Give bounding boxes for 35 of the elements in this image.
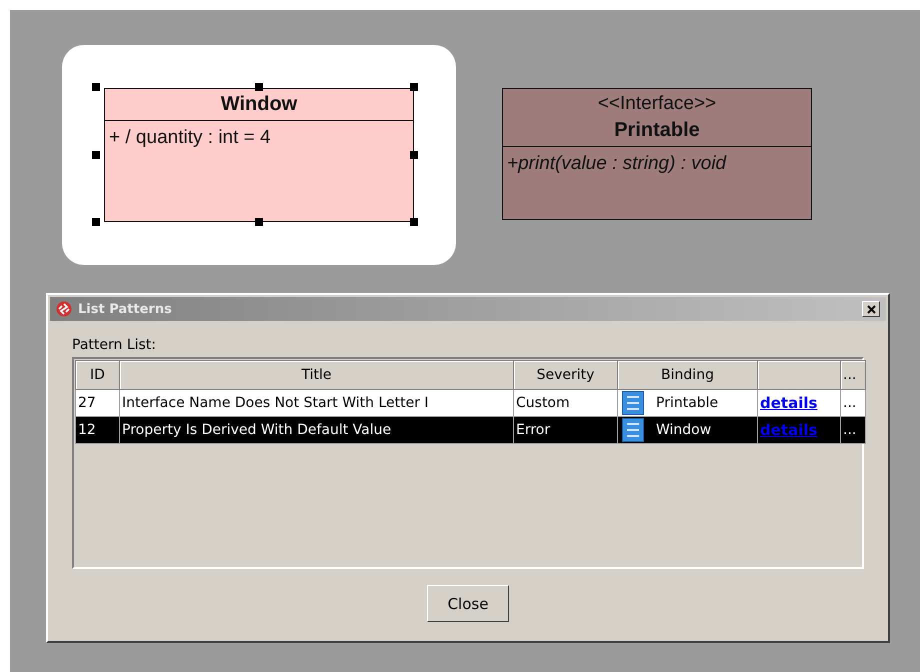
list-icon [622,418,644,442]
app-logo-icon [56,301,72,317]
resize-handle[interactable] [410,151,418,159]
table-cell: ... [840,390,866,416]
table-cell: Custom [514,390,618,416]
binding-name: Window [656,422,712,438]
list-label: Pattern List: [72,337,158,353]
table-cell: Error [514,416,618,444]
table-cell: Property Is Derived With Default Value [120,416,514,444]
column-header[interactable]: Severity [514,360,618,390]
class-box[interactable]: Window + / quantity : int = 4 [104,88,414,222]
class-stereotype: <<Interface>> [598,93,716,115]
resize-handle[interactable] [410,218,418,226]
class-name: Printable [614,118,700,142]
class-box[interactable]: <<Interface>> Printable +print(value : string) : void [502,88,812,220]
table-cell: Interface Name Does Not Start With Letter I [120,390,514,416]
window-title: List Patterns [78,302,173,316]
table-row[interactable]: 12 Property Is Derived With Default Value Error Window details ... [76,416,866,444]
table-cell: 12 [76,416,120,444]
column-header[interactable]: ID [76,360,120,390]
binding-name: Printable [656,395,718,411]
column-header[interactable]: ... [840,360,866,390]
class-name: Window [220,93,298,116]
list-icon [622,391,644,415]
column-header[interactable]: Title [120,360,514,390]
close-button[interactable]: Close [427,585,509,622]
class-attribute: + / quantity : int = 4 [109,127,271,149]
column-header[interactable]: Binding [618,360,758,390]
table-row[interactable]: 27 Interface Name Does Not Start With Letter I Custom Printable details ... [76,390,866,416]
table-cell: ... [840,416,866,444]
class-operation: +print(value : string) : void [507,152,726,175]
resize-handle[interactable] [255,218,263,226]
table-cell: 27 [76,390,120,416]
close-icon[interactable] [862,301,880,317]
column-header[interactable] [758,360,840,390]
